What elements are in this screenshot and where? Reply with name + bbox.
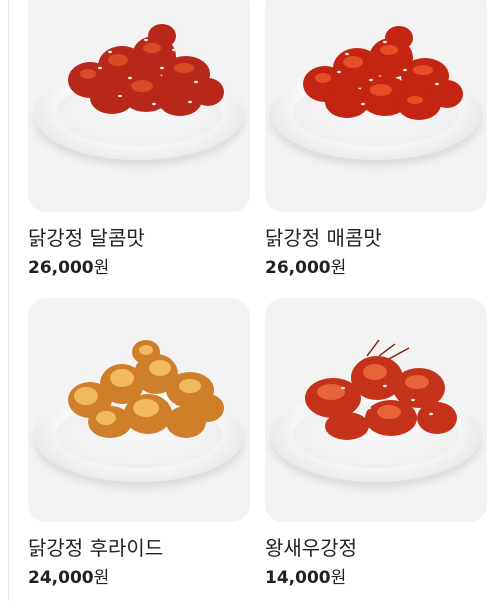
sweet-chicken-icon [68, 24, 224, 116]
menu-item-name: 왕새우강정 [265, 536, 357, 560]
menu-card-shrimp[interactable]: 왕새우강정 14,000원 [265, 298, 487, 608]
fried-chicken-icon [68, 340, 224, 438]
spicy-chicken-icon [303, 26, 463, 120]
menu-card-sweet[interactable]: 닭강정 달콤맛 26,000원 [28, 0, 250, 298]
menu-image-shrimp[interactable] [265, 298, 487, 522]
menu-image-fried-chicken[interactable] [28, 298, 250, 522]
shrimp-icon [305, 339, 457, 440]
menu-item-price: 24,000원 [28, 568, 110, 588]
left-divider [8, 0, 9, 601]
menu-item-price: 26,000원 [265, 258, 347, 278]
menu-card-fried[interactable]: 닭강정 후라이드 24,000원 [28, 298, 250, 608]
menu-item-price: 14,000원 [265, 568, 347, 588]
menu-image-spicy-chicken[interactable] [265, 0, 487, 212]
menu-item-name: 닭강정 후라이드 [28, 536, 164, 560]
menu-item-name: 닭강정 매콤맛 [265, 226, 382, 250]
menu-card-spicy[interactable]: 닭강정 매콤맛 26,000원 [265, 0, 487, 298]
menu-image-sweet-chicken[interactable] [28, 0, 250, 212]
menu-grid: 닭강정 달콤맛 26,000원 닭강정 매콤맛 26,000원 닭강정 후라이드… [28, 0, 487, 608]
menu-item-price: 26,000원 [28, 258, 110, 278]
menu-item-name: 닭강정 달콤맛 [28, 226, 145, 250]
